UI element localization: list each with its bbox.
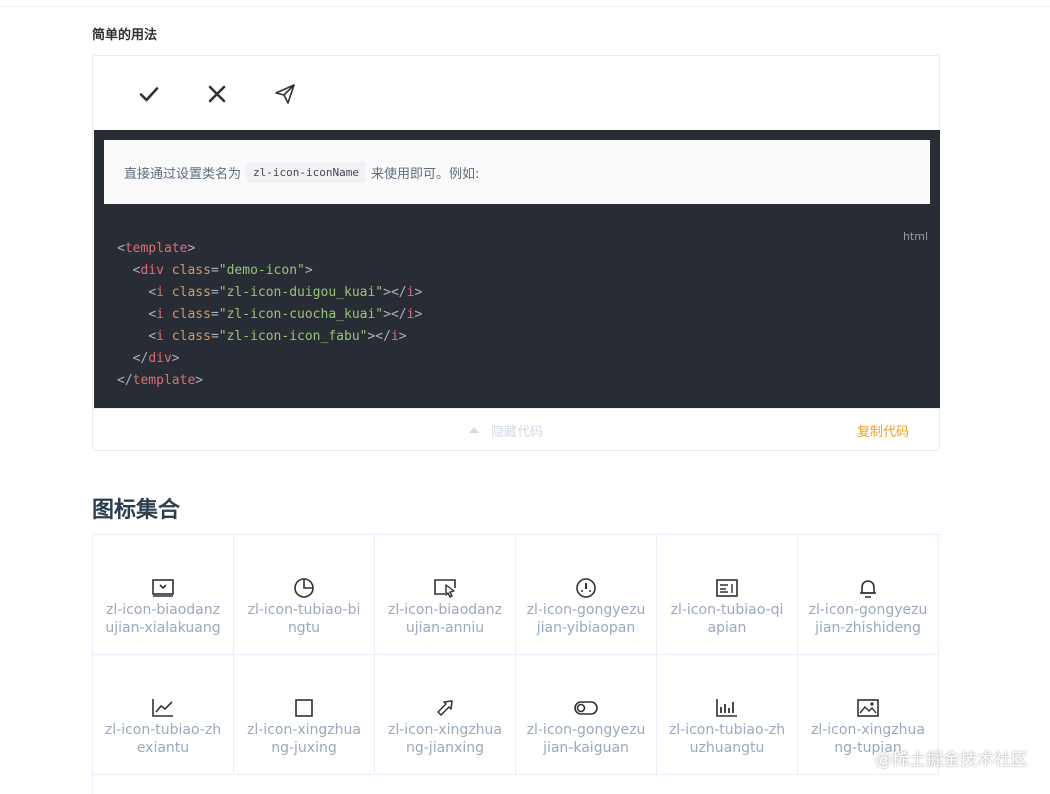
icon-label: zl-icon-biaodanzujian-xialakuang [105, 602, 221, 636]
icon-cell[interactable]: zl-icon-xingzhuang-juxing [234, 655, 375, 775]
copy-code-button[interactable]: 复制代码 [857, 409, 909, 451]
code-string: "demo-icon" [218, 263, 305, 278]
code-tag: template [132, 373, 196, 388]
line-chart-icon [152, 699, 173, 717]
form-dropdown-icon [152, 579, 174, 597]
code-string: "zl-icon-cuocha_kuai" [218, 307, 384, 322]
icon-cell[interactable]: zl-icon-biaodanzujian-xialakuang [93, 535, 234, 655]
icon-cell[interactable]: zl-icon-gongyezujian-zhishideng [798, 535, 939, 655]
gauge-icon [576, 578, 596, 598]
icon-grid: zl-icon-biaodanzujian-xialakuang zl-icon… [92, 534, 941, 794]
icon-cell[interactable]: zl-icon-xingzhuang-jianxing [375, 655, 516, 775]
bell-light-icon [860, 580, 876, 598]
icon-label: zl-icon-gongyezujian-yibiaopan [526, 602, 646, 636]
icon-cell[interactable]: zl-icon-gongyezujian-yibiaopan [516, 535, 657, 655]
code-tag: i [156, 307, 164, 322]
icon-label: zl-icon-tubiao-bingtu [247, 602, 361, 636]
hide-code-label: 隐藏代码 [491, 424, 544, 440]
code-tag: template [124, 241, 188, 256]
icon-label: zl-icon-gongyezujian-kaiguan [526, 722, 646, 756]
code-tag: div [148, 351, 172, 366]
collection-title: 图标集合 [92, 498, 181, 523]
icon-label: zl-icon-tubiao-qiapian [670, 602, 784, 636]
icon-cell[interactable]: zl-icon-tubiao-qiapian [657, 535, 798, 655]
toggle-switch-icon [574, 701, 598, 715]
rectangle-icon [295, 699, 313, 717]
code-string: "zl-icon-duigou_kuai" [218, 285, 384, 300]
demo-block: 直接通过设置类名为 zl-icon-iconName 来使用即可。例如: htm… [92, 55, 940, 451]
form-button-icon [434, 579, 456, 598]
caret-up-icon [469, 427, 479, 433]
code-tag: i [156, 285, 164, 300]
icon-cell[interactable]: zl-icon-biaodanzujian-anniu [375, 535, 516, 655]
description-after: 来使用即可。例如: [370, 166, 480, 182]
code-block[interactable]: <template> <div class="demo-icon"> <i cl… [117, 238, 422, 392]
code-language-label: html [902, 230, 928, 243]
code-tag: div [140, 263, 164, 278]
pie-chart-icon [294, 578, 314, 598]
icon-label: zl-icon-biaodanzujian-anniu [388, 602, 502, 636]
icon-cell[interactable]: zl-icon-tubiao-zhuzhuangtu [657, 655, 798, 775]
demo-control-bar: 隐藏代码 复制代码 [93, 408, 939, 451]
demo-icons-row [93, 56, 939, 130]
card-icon [716, 579, 738, 597]
description-box: 直接通过设置类名为 zl-icon-iconName 来使用即可。例如: [104, 140, 930, 204]
check-icon [135, 80, 163, 108]
code-attr: class [171, 263, 211, 278]
send-icon [271, 80, 299, 108]
section-title: 简单的用法 [92, 28, 158, 43]
code-tag: i [390, 329, 399, 344]
image-icon [857, 699, 879, 717]
icon-label: zl-icon-xingzhuang-juxing [247, 722, 361, 756]
icon-label: zl-icon-tubiao-zhuzhuangtu [668, 722, 786, 756]
bar-chart-icon [716, 699, 737, 717]
code-attr: class [171, 285, 211, 300]
icon-label: zl-icon-xingzhuang-jianxing [388, 722, 502, 756]
description-code: zl-icon-iconName [246, 161, 366, 183]
code-tag: i [156, 329, 164, 344]
icon-cell[interactable]: zl-icon-tubiao-zhexiantu [93, 655, 234, 775]
code-string: "zl-icon-icon_fabu" [218, 329, 368, 344]
code-attr: class [171, 329, 211, 344]
arrow-shape-icon [437, 700, 453, 716]
top-divider [0, 6, 1050, 7]
icon-cell[interactable]: zl-icon-tubiao-bingtu [234, 535, 375, 655]
icon-label: zl-icon-gongyezujian-zhishideng [808, 602, 928, 636]
code-attr: class [171, 307, 211, 322]
close-icon [203, 80, 231, 108]
icon-cell[interactable]: zl-icon-gongyezujian-kaiguan [516, 655, 657, 775]
code-area: 直接通过设置类名为 zl-icon-iconName 来使用即可。例如: htm… [94, 130, 940, 408]
icon-label: zl-icon-tubiao-zhexiantu [104, 722, 222, 756]
hide-code-button[interactable]: 隐藏代码 [469, 409, 543, 451]
description-before: 直接通过设置类名为 [124, 166, 242, 182]
watermark: @稀土掘金技术社区 [875, 750, 1028, 770]
